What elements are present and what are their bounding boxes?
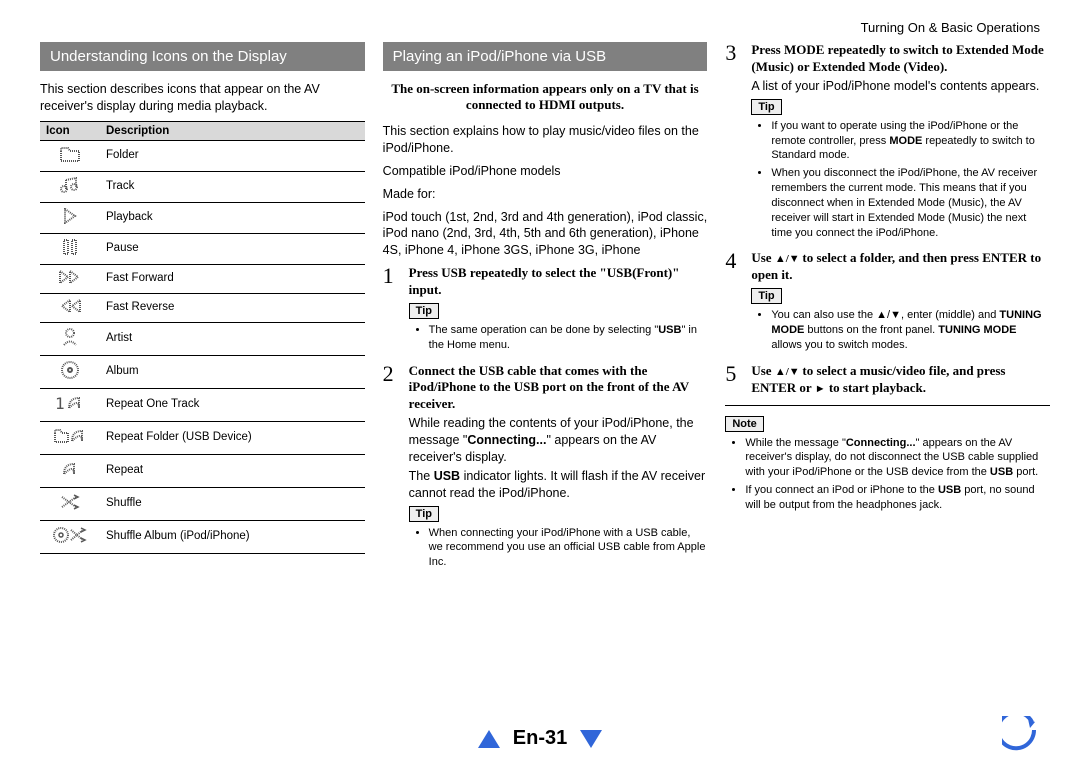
th-desc: Description [100,121,365,140]
track-icon [60,177,80,193]
next-page-icon[interactable] [580,730,602,748]
tip-item: You can also use the ▲/▼, enter (middle)… [771,308,1050,353]
repeat-folder-icon [54,427,86,445]
notice-text: The on-screen information appears only o… [383,81,708,113]
icon-table: Icon Description Folder Track Playback P… [40,121,365,554]
shuffle-icon [60,493,80,511]
step4-title: Use ▲/▼ to select a folder, and then pre… [751,250,1050,284]
col2-intro: This section explains how to play music/… [383,123,708,157]
table-row: Artist [40,322,365,355]
step1-title: Press USB repeatedly to select the "USB(… [409,265,708,299]
folder-icon [60,146,80,162]
step-number: 5 [725,363,743,397]
step-2: 2 Connect the USB cable that comes with … [383,363,708,577]
tip-item: When you disconnect the iPod/iPhone, the… [771,166,1050,240]
repeat-one-icon: 1 [55,394,85,412]
table-row: Fast Reverse [40,293,365,322]
step2-p2: The USB indicator lights. It will flash … [409,468,708,502]
step3-tips: If you want to operate using the iPod/iP… [757,119,1050,241]
tip-item: If you want to operate using the iPod/iP… [771,119,1050,164]
step4-tips: You can also use the ▲/▼, enter (middle)… [757,308,1050,353]
column-3: 3 Press MODE repeatedly to switch to Ext… [725,42,1050,578]
tip-item: When connecting your iPod/iPhone with a … [429,526,708,571]
step-number: 3 [725,42,743,246]
row-desc: Album [100,355,365,388]
row-desc: Pause [100,233,365,264]
table-row: Fast Forward [40,264,365,293]
section-title-1: Understanding Icons on the Display [40,42,365,71]
row-desc: Folder [100,140,365,171]
section-title-2: Playing an iPod/iPhone via USB [383,42,708,71]
row-desc: Repeat [100,454,365,487]
column-1: Understanding Icons on the Display This … [40,42,365,578]
row-desc: Playback [100,202,365,233]
step2-tips: When connecting your iPod/iPhone with a … [415,526,708,571]
made-for: Made for: [383,186,708,203]
row-desc: Shuffle Album (iPod/iPhone) [100,520,365,553]
tip-label: Tip [751,288,781,304]
note-item: If you connect an iPod or iPhone to the … [745,483,1050,513]
table-row: 1 Repeat One Track [40,388,365,421]
note-section: Note While the message "Connecting..." a… [725,405,1050,513]
step-number: 4 [725,250,743,358]
svg-text:1: 1 [55,394,66,412]
step-number: 2 [383,363,401,577]
step2-title: Connect the USB cable that comes with th… [409,363,708,414]
playback-icon [63,208,77,224]
row-desc: Artist [100,322,365,355]
row-desc: Repeat Folder (USB Device) [100,421,365,454]
back-button[interactable] [1002,716,1040,754]
manual-page: Turning On & Basic Operations Understand… [0,0,1080,764]
step5-title: Use ▲/▼ to select a music/video file, an… [751,363,1050,397]
step-1: 1 Press USB repeatedly to select the "US… [383,265,708,358]
row-desc: Fast Forward [100,264,365,293]
tip-label: Tip [409,506,439,522]
repeat-icon [60,460,80,478]
row-desc: Fast Reverse [100,293,365,322]
step3-p1: A list of your iPod/iPhone model's conte… [751,78,1050,95]
step3-title: Press MODE repeatedly to switch to Exten… [751,42,1050,76]
notes-list: While the message "Connecting..." appear… [731,436,1050,513]
column-2: Playing an iPod/iPhone via USB The on-sc… [383,42,708,578]
step-3: 3 Press MODE repeatedly to switch to Ext… [725,42,1050,246]
tip-label: Tip [409,303,439,319]
table-row: Repeat [40,454,365,487]
tip-label: Tip [751,99,781,115]
note-label: Note [725,416,763,432]
tip-item: The same operation can be done by select… [429,323,708,353]
page-number: En-31 [513,727,567,750]
artist-icon [62,328,78,346]
section-header: Turning On & Basic Operations [861,20,1040,35]
table-row: Folder [40,140,365,171]
step1-tips: The same operation can be done by select… [415,323,708,353]
shuffle-album-icon [53,526,87,544]
table-row: Pause [40,233,365,264]
page-footer: En-31 [0,727,1080,750]
col1-intro: This section describes icons that appear… [40,81,365,115]
album-icon [61,361,79,379]
compat-label: Compatible iPod/iPhone models [383,163,708,180]
content-columns: Understanding Icons on the Display This … [40,42,1050,578]
step-4: 4 Use ▲/▼ to select a folder, and then p… [725,250,1050,358]
table-row: Track [40,171,365,202]
th-icon: Icon [40,121,100,140]
row-desc: Track [100,171,365,202]
prev-page-icon[interactable] [478,730,500,748]
table-row: Repeat Folder (USB Device) [40,421,365,454]
step-number: 1 [383,265,401,358]
step-5: 5 Use ▲/▼ to select a music/video file, … [725,363,1050,397]
table-row: Playback [40,202,365,233]
table-row: Album [40,355,365,388]
step2-p1: While reading the contents of your iPod/… [409,415,708,466]
row-desc: Repeat One Track [100,388,365,421]
fast-reverse-icon [59,299,81,313]
model-list: iPod touch (1st, 2nd, 3rd and 4th genera… [383,209,708,260]
row-desc: Shuffle [100,487,365,520]
table-row: Shuffle [40,487,365,520]
fast-forward-icon [59,270,81,284]
table-row: Shuffle Album (iPod/iPhone) [40,520,365,553]
pause-icon [63,239,77,255]
note-item: While the message "Connecting..." appear… [745,436,1050,481]
